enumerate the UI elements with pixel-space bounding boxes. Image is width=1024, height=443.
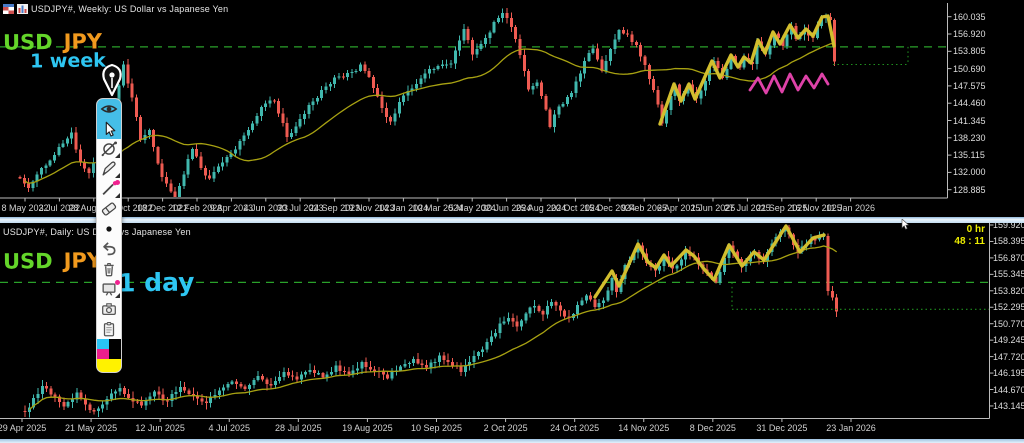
date-label: 2 Oct 2025 xyxy=(483,423,528,433)
price-label: 153.820 xyxy=(993,285,1024,296)
price-label: 155.345 xyxy=(993,269,1024,280)
date-label: 4 Jul 2025 xyxy=(208,423,251,433)
weekly-window-titlebar: USDJPY#, Weekly: US Dollar vs Japanese Y… xyxy=(3,2,228,16)
tool-line-button[interactable] xyxy=(97,179,121,199)
undo-icon xyxy=(99,240,119,258)
date-label: 24 Oct 2025 xyxy=(550,423,600,433)
daily-pair-label: USD JPY xyxy=(3,248,102,273)
date-label: 19 Aug 2025 xyxy=(342,423,393,433)
color-indicator-dot xyxy=(115,180,120,185)
price-label: 138.230 xyxy=(953,132,986,143)
price-label: 135.115 xyxy=(953,150,985,161)
top-candles xyxy=(18,7,837,197)
price-label: 147.575 xyxy=(953,80,986,91)
tool-select-button[interactable] xyxy=(97,119,121,139)
submenu-corner-icon xyxy=(115,293,120,298)
price-label: 156.920 xyxy=(953,29,986,39)
date-label: 31 Dec 2025 xyxy=(756,423,808,433)
submenu-corner-icon xyxy=(115,173,120,178)
color-swatch[interactable] xyxy=(97,359,121,372)
tool-clear-button[interactable] xyxy=(97,259,121,279)
color-swatch[interactable] xyxy=(97,339,109,349)
date-label: 8 Dec 2025 xyxy=(689,423,736,433)
window-grid-icon[interactable] xyxy=(3,4,14,14)
mouse-cursor xyxy=(901,218,910,230)
bottom-window-edge xyxy=(0,439,1024,443)
color-swatch[interactable] xyxy=(109,339,121,349)
toolbar-drag-handle[interactable] xyxy=(99,62,125,98)
color-swatch[interactable] xyxy=(97,349,109,359)
tool-pen-button[interactable] xyxy=(97,159,121,179)
price-label: 150.690 xyxy=(953,63,986,74)
countdown-hours: 0 hr xyxy=(966,224,985,235)
date-label: 11 Jan 2026 xyxy=(826,203,876,213)
price-label: 141.345 xyxy=(953,115,986,126)
candle-countdown-timer: 0 hr 48 : 11 xyxy=(954,224,985,248)
date-label: 23 Jan 2026 xyxy=(826,423,876,433)
countdown-minutes: 48 : 11 xyxy=(954,236,985,247)
date-label: 29 Apr 2025 xyxy=(0,423,47,433)
price-label: 128.885 xyxy=(953,184,986,195)
date-label: 14 Nov 2025 xyxy=(618,423,670,433)
color-indicator-dot xyxy=(115,280,120,285)
price-label: 158.395 xyxy=(993,236,1024,247)
price-label: 149.245 xyxy=(993,335,1024,346)
submenu-corner-icon xyxy=(115,153,120,158)
price-label: 144.460 xyxy=(953,98,986,109)
tool-screenshot-button[interactable] xyxy=(97,299,121,319)
tool-size-button[interactable] xyxy=(97,219,121,239)
magenta-zigzag-annotation xyxy=(748,72,830,95)
tool-shapes-button[interactable] xyxy=(97,139,121,159)
color-swatch-panel xyxy=(97,339,121,372)
window-chart-icon[interactable] xyxy=(17,4,28,14)
price-label: 147.720 xyxy=(993,351,1024,362)
weekly-timeframe-label: 1 week xyxy=(29,49,106,73)
price-label: 150.770 xyxy=(993,318,1024,329)
eraser-icon xyxy=(99,200,119,218)
price-label: 143.145 xyxy=(993,400,1024,411)
tool-whiteboard-button[interactable] xyxy=(97,279,121,299)
size-dot-icon xyxy=(99,220,119,238)
trash-icon xyxy=(99,260,119,278)
price-label: 152.295 xyxy=(993,302,1024,313)
usd-label: USD xyxy=(2,248,53,274)
top-chart-group xyxy=(0,3,952,202)
tool-visibility-button[interactable] xyxy=(97,99,121,119)
window-separator[interactable] xyxy=(0,217,1024,223)
price-label: 146.195 xyxy=(993,368,1024,379)
metatrader-workspace: USDJPY#, Weekly: US Dollar vs Japanese Y… xyxy=(0,0,1024,443)
camera-icon xyxy=(99,300,119,318)
price-label: 144.670 xyxy=(993,384,1024,395)
tool-undo-button[interactable] xyxy=(97,239,121,259)
price-label: 160.035 xyxy=(953,11,986,22)
eye-icon xyxy=(99,100,119,118)
daily-timeframe-label: 1 day xyxy=(117,267,195,298)
tool-eraser-button[interactable] xyxy=(97,199,121,219)
date-label: 12 Jun 2025 xyxy=(135,423,185,433)
clipboard-icon xyxy=(99,320,119,338)
price-label: 156.870 xyxy=(993,252,1024,263)
annotation-toolbar xyxy=(96,98,122,373)
bottom-candles xyxy=(23,225,839,418)
color-swatch[interactable] xyxy=(109,349,121,359)
yellow-zigzag-annotation xyxy=(658,14,836,126)
date-label: 28 Jul 2025 xyxy=(275,423,322,433)
weekly-chart-title: USDJPY#, Weekly: US Dollar vs Japanese Y… xyxy=(31,4,229,14)
tool-clipboard-button[interactable] xyxy=(97,319,121,339)
price-label: 132.000 xyxy=(953,167,986,178)
submenu-corner-icon xyxy=(115,193,120,198)
date-label: 21 May 2025 xyxy=(65,423,118,433)
bottom-chart-group xyxy=(0,223,994,422)
cursor-icon xyxy=(99,120,119,138)
date-label: 10 Sep 2025 xyxy=(410,423,463,433)
price-label: 153.805 xyxy=(953,46,986,57)
